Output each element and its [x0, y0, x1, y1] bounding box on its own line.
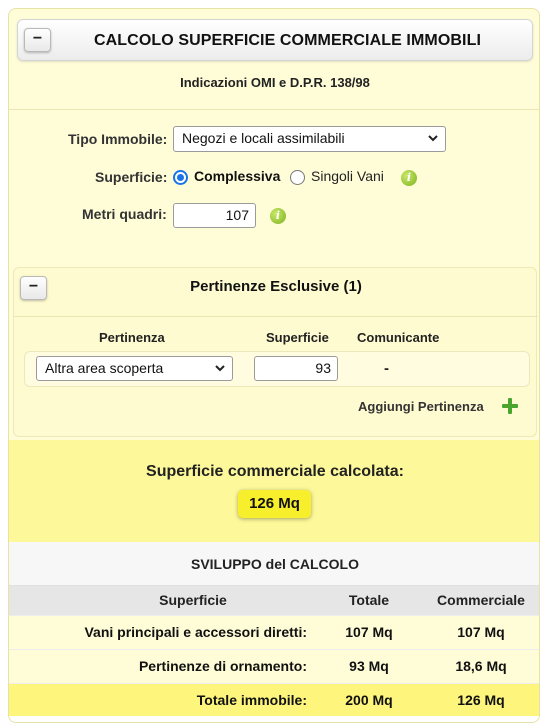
table-header-row: Superficie Totale Commerciale [9, 586, 539, 615]
info-icon[interactable]: i [270, 208, 286, 224]
tipo-immobile-label: Tipo Immobile: [68, 131, 168, 147]
tipo-immobile-value: Negozi e locali assimilabili [182, 130, 345, 146]
divider [14, 316, 538, 317]
subtitle: Indicazioni OMI e D.P.R. 138/98 [180, 75, 370, 90]
table-row: Vani principali e accessori diretti: 107… [9, 614, 539, 649]
col-header-totale: Totale [317, 586, 421, 615]
radio-singoli-vani-label[interactable]: Singoli Vani [311, 168, 384, 184]
chevron-down-icon [215, 365, 225, 372]
result-label: Superficie commerciale calcolata: [146, 463, 404, 480]
table-total-row: Totale immobile: 200 Mq 126 Mq [9, 682, 539, 716]
row-label: Vani principali e accessori diretti: [9, 614, 317, 649]
pertinenza-comunicante-value: - [384, 360, 389, 377]
pertinenza-type-value: Altra area scoperta [45, 360, 164, 376]
calculator-header: − CALCOLO SUPERFICIE COMMERCIALE IMMOBIL… [17, 19, 533, 61]
info-icon[interactable]: i [401, 170, 417, 186]
calculation-section: SVILUPPO del CALCOLO Superficie Totale C… [9, 542, 539, 722]
tipo-immobile-select[interactable]: Negozi e locali assimilabili [173, 126, 446, 152]
result-value-badge: 126 Mq [238, 490, 311, 518]
row-label: Pertinenze di ornamento: [9, 648, 317, 683]
table-row: Pertinenze di ornamento: 93 Mq 18,6 Mq [9, 648, 539, 683]
total-label: Totale immobile: [9, 682, 317, 716]
superficie-label: Superficie: [95, 169, 168, 185]
calculation-table: Superficie Totale Commerciale Vani princ… [9, 586, 539, 716]
calculator-panel: − CALCOLO SUPERFICIE COMMERCIALE IMMOBIL… [8, 8, 540, 723]
pertinenza-superficie-input[interactable]: 93 [254, 356, 338, 381]
total-totale: 200 Mq [317, 682, 421, 716]
col-header-commerciale: Commerciale [421, 586, 539, 615]
pertinenza-type-select[interactable]: Altra area scoperta [36, 356, 233, 381]
metri-quadri-label: Metri quadri: [82, 206, 167, 222]
radio-complessiva-label[interactable]: Complessiva [194, 168, 280, 184]
radio-complessiva[interactable] [173, 170, 188, 185]
divider [9, 109, 539, 110]
row-commerciale: 107 Mq [421, 614, 539, 649]
calculation-title: SVILUPPO del CALCOLO [9, 542, 539, 586]
col-header-pertinenza: Pertinenza [99, 330, 165, 345]
collapse-button[interactable]: − [24, 28, 51, 52]
result-section: Superficie commerciale calcolata: 126 Mq [9, 440, 539, 542]
col-header-superficie: Superficie [9, 586, 317, 615]
row-commerciale: 18,6 Mq [421, 648, 539, 683]
row-totale: 107 Mq [317, 614, 421, 649]
pertinenze-section: − Pertinenze Esclusive (1) Pertinenza Su… [13, 267, 538, 437]
col-header-comunicante: Comunicante [357, 330, 440, 345]
total-commerciale: 126 Mq [421, 682, 539, 716]
pertinenze-title: Pertinenze Esclusive (1) [190, 278, 362, 295]
row-totale: 93 Mq [317, 648, 421, 683]
plus-icon[interactable] [502, 398, 518, 414]
add-pertinenza-link[interactable]: Aggiungi Pertinenza [358, 399, 484, 414]
chevron-down-icon [428, 135, 438, 142]
radio-singoli-vani[interactable] [290, 170, 305, 185]
page-title: CALCOLO SUPERFICIE COMMERCIALE IMMOBILI [94, 32, 482, 49]
metri-quadri-input[interactable]: 107 [173, 203, 256, 228]
col-header-superficie: Superficie [266, 330, 329, 345]
